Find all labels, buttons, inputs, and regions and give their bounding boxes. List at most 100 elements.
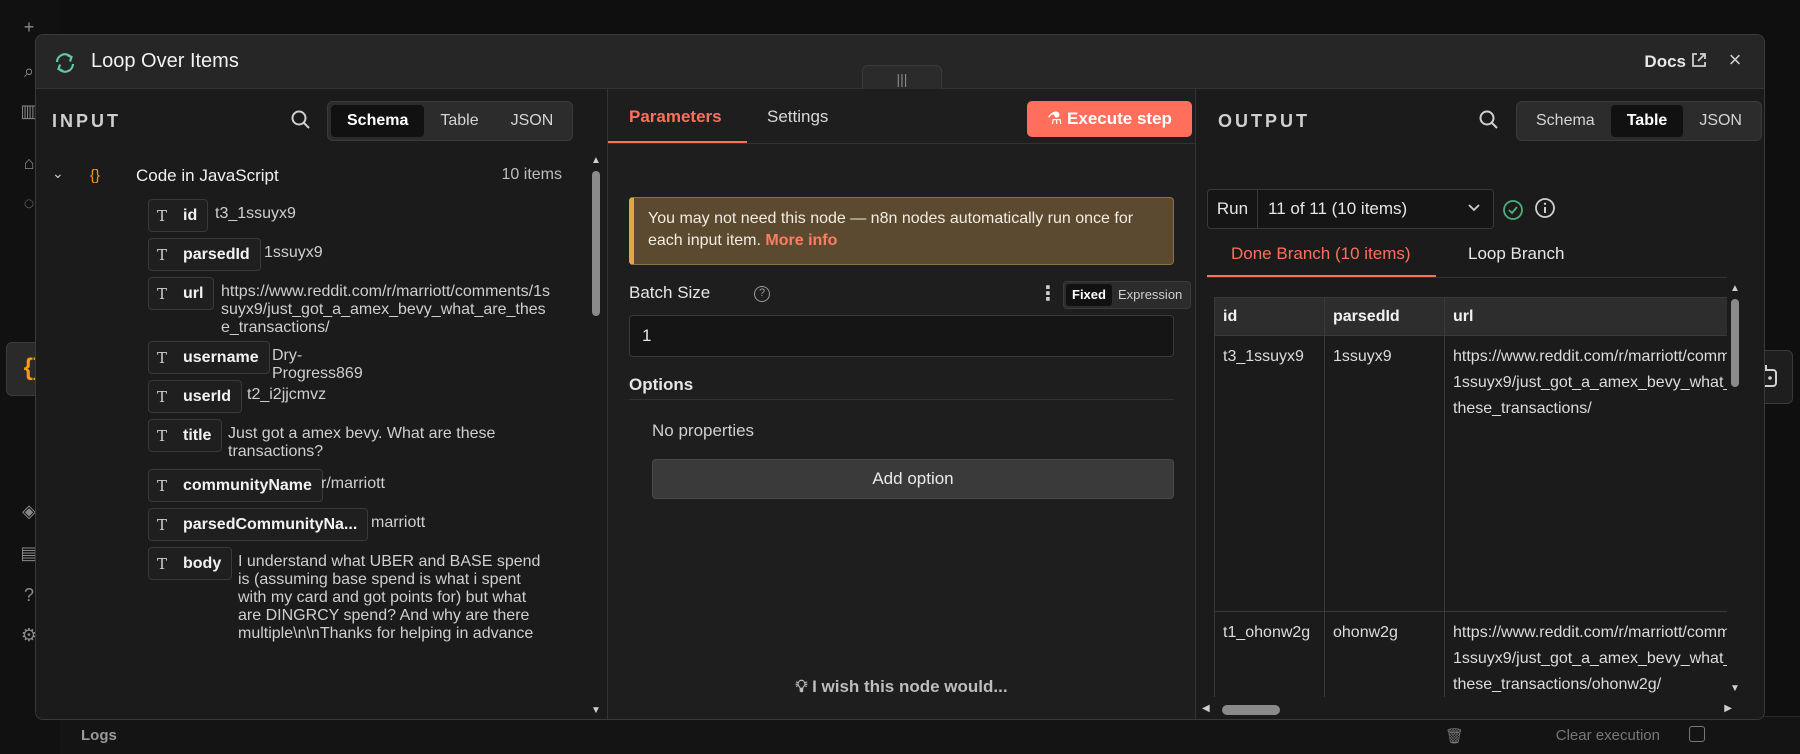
output-table: id parsedId url t3_1ssuyx9 1ssuyx9 https… xyxy=(1214,297,1727,697)
mode-expression[interactable]: Expression xyxy=(1112,284,1188,306)
input-tab-schema[interactable]: Schema xyxy=(331,105,425,137)
column-header-url[interactable]: url xyxy=(1444,297,1727,336)
scroll-right-icon[interactable]: ▶ xyxy=(1724,703,1732,714)
field-tag[interactable]: Ttitle xyxy=(148,419,223,452)
tabs-divider xyxy=(608,143,1195,144)
column-header-id[interactable]: id xyxy=(1214,297,1325,336)
search-icon[interactable] xyxy=(290,109,312,131)
flask-icon: ⚗ xyxy=(1047,109,1068,128)
output-view-toggle: Schema Table JSON xyxy=(1516,101,1762,141)
no-properties-text: No properties xyxy=(652,421,755,440)
popout-icon[interactable] xyxy=(1689,726,1705,742)
help-icon[interactable]: ? xyxy=(754,286,770,302)
search-icon[interactable] xyxy=(1478,109,1500,131)
table-cell[interactable]: https://www.reddit.com/r/marriott/commen… xyxy=(1444,335,1727,612)
options-label: Options xyxy=(629,375,694,394)
clear-execution-button[interactable]: Clear execution xyxy=(1556,727,1660,744)
tab-done-branch[interactable]: Done Branch (10 items) xyxy=(1231,244,1411,264)
text-type-icon: T xyxy=(157,206,168,225)
field-key: username xyxy=(183,348,259,366)
field-key: body xyxy=(183,554,222,572)
input-tab-json[interactable]: JSON xyxy=(495,105,570,137)
mode-fixed[interactable]: Fixed xyxy=(1066,284,1112,306)
input-label: INPUT xyxy=(52,111,121,131)
notice-text: You may not need this node — n8n nodes a… xyxy=(648,210,1134,249)
field-tag[interactable]: TcommunityName xyxy=(148,469,323,502)
field-tag[interactable]: Tusername xyxy=(148,341,270,374)
schema-root[interactable]: ⌄ {} Code in JavaScript 10 items xyxy=(52,161,588,191)
tab-loop-branch[interactable]: Loop Branch xyxy=(1468,244,1564,264)
scroll-thumb[interactable] xyxy=(1731,299,1739,387)
output-scrollbar[interactable]: ▲ ▼ xyxy=(1727,279,1743,699)
output-table-container: id parsedId url t3_1ssuyx9 1ssuyx9 https… xyxy=(1214,297,1727,697)
field-key: parsedId xyxy=(183,245,250,263)
output-panel: OUTPUT Schema Table JSON Run 11 of 11 (1… xyxy=(1196,89,1764,719)
lightbulb-icon: 💡︎ xyxy=(795,677,813,696)
scroll-down-icon[interactable]: ▼ xyxy=(1730,683,1740,694)
output-tab-json[interactable]: JSON xyxy=(1683,105,1758,137)
field-value: Dry-Progress869 xyxy=(272,347,363,382)
modal-title: Loop Over Items xyxy=(91,50,239,72)
chevron-down-icon[interactable] xyxy=(1465,199,1483,217)
scroll-up-icon[interactable]: ▲ xyxy=(1730,283,1740,294)
logs-label[interactable]: Logs xyxy=(81,727,117,744)
feedback-link[interactable]: 💡︎ I wish this node would... xyxy=(608,677,1195,697)
table-cell[interactable]: 1ssuyx9 xyxy=(1324,335,1445,612)
scroll-up-icon[interactable]: ▲ xyxy=(591,155,601,166)
field-tag[interactable]: TuserId xyxy=(148,380,243,413)
branch-tabs-divider xyxy=(1207,277,1727,278)
field-tag[interactable]: TparsedCommunityNa... xyxy=(148,508,369,541)
scroll-down-icon[interactable]: ▼ xyxy=(591,705,601,716)
input-tab-table[interactable]: Table xyxy=(424,105,494,137)
info-icon[interactable] xyxy=(1534,197,1556,219)
field-value: 1ssuyx9 xyxy=(264,244,323,261)
scroll-left-icon[interactable]: ◀ xyxy=(1202,703,1210,714)
drag-handle[interactable]: ||| xyxy=(862,65,942,91)
field-key: url xyxy=(183,284,204,302)
text-type-icon: T xyxy=(157,476,168,495)
hscroll-thumb[interactable] xyxy=(1222,705,1280,715)
output-tab-table[interactable]: Table xyxy=(1610,105,1684,137)
node-modal: Loop Over Items Docs × ||| INPUT Schema … xyxy=(35,34,1765,720)
field-tag[interactable]: Turl xyxy=(148,277,215,310)
scroll-thumb[interactable] xyxy=(592,171,600,316)
input-scrollbar[interactable]: ▲ ▼ xyxy=(588,151,604,719)
table-cell[interactable]: https://www.reddit.com/r/marriott/commen… xyxy=(1444,611,1727,697)
close-icon[interactable]: × xyxy=(1723,48,1747,72)
tab-settings[interactable]: Settings xyxy=(767,107,828,127)
docs-link[interactable]: Docs xyxy=(1644,52,1686,72)
field-tag[interactable]: Tid xyxy=(148,199,209,232)
table-cell[interactable]: ohonw2g xyxy=(1324,611,1445,697)
run-selector[interactable]: Run 11 of 11 (10 items) xyxy=(1207,189,1494,229)
cell-text: https://www.reddit.com/r/marriott/commen… xyxy=(1453,624,1727,693)
more-info-link[interactable]: More info xyxy=(765,232,837,249)
schema-item-count: 10 items xyxy=(501,166,562,183)
table-cell[interactable]: t3_1ssuyx9 xyxy=(1214,335,1325,612)
field-tag[interactable]: Tbody xyxy=(148,547,233,580)
field-tag[interactable]: TparsedId xyxy=(148,238,261,271)
field-value: t3_1ssuyx9 xyxy=(215,205,296,222)
execute-step-button[interactable]: ⚗ Execute step xyxy=(1027,101,1192,137)
text-type-icon: T xyxy=(157,284,168,303)
column-header-parsedid[interactable]: parsedId xyxy=(1324,297,1445,336)
batch-size-input[interactable]: 1 xyxy=(629,315,1174,357)
field-key: title xyxy=(183,426,212,444)
add-option-button[interactable]: Add option xyxy=(652,459,1174,499)
batch-size-label: Batch Size xyxy=(629,283,711,302)
text-type-icon: T xyxy=(157,245,168,264)
output-hscrollbar[interactable]: ◀ ▶ xyxy=(1200,703,1734,717)
value-mode-toggle: Fixed Expression xyxy=(1063,281,1192,309)
more-vertical-icon[interactable]: ⋮ xyxy=(1038,281,1058,306)
schema-tree: ⌄ {} Code in JavaScript 10 items Tid t3_… xyxy=(36,151,588,719)
chevron-down-icon[interactable]: ⌄ xyxy=(52,165,64,182)
cell-text: https://www.reddit.com/r/marriott/commen… xyxy=(1453,348,1727,417)
text-type-icon: T xyxy=(157,515,168,534)
table-cell[interactable]: t1_ohonw2g xyxy=(1214,611,1325,697)
parameters-panel: Parameters Settings ⚗ Execute step You m… xyxy=(608,89,1196,719)
field-value: Just got a amex bevy. What are these tra… xyxy=(228,425,496,460)
field-value: t2_i2jjcmvz xyxy=(247,386,327,403)
tab-parameters[interactable]: Parameters xyxy=(629,107,722,127)
external-link-icon[interactable] xyxy=(1690,51,1708,69)
run-value: 11 of 11 (10 items) xyxy=(1268,199,1408,218)
output-tab-schema[interactable]: Schema xyxy=(1520,105,1611,137)
